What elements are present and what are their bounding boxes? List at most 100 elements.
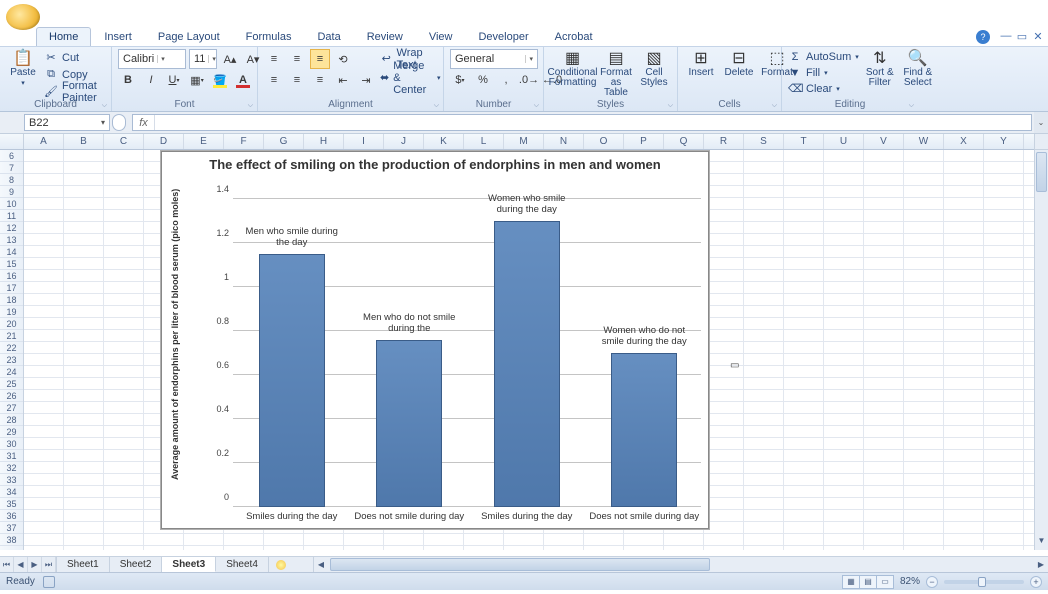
close-icon[interactable]: ✕: [1032, 30, 1044, 42]
sheet-tab-sheet3[interactable]: Sheet3: [162, 557, 216, 572]
column-header[interactable]: E: [184, 134, 224, 149]
bold-button[interactable]: B: [118, 70, 138, 90]
zoom-level[interactable]: 82%: [900, 576, 920, 587]
bar[interactable]: [494, 221, 560, 507]
format-painter-button[interactable]: 🖌Format Painter: [44, 84, 105, 99]
tab-data[interactable]: Data: [304, 27, 353, 46]
bar[interactable]: [259, 254, 325, 507]
align-right-icon[interactable]: ≡: [310, 70, 330, 90]
column-header[interactable]: Q: [664, 134, 704, 149]
row-header[interactable]: 28: [0, 414, 23, 426]
row-header[interactable]: 27: [0, 402, 23, 414]
column-header[interactable]: W: [904, 134, 944, 149]
row-header[interactable]: 25: [0, 378, 23, 390]
row-header[interactable]: 16: [0, 270, 23, 282]
row-header[interactable]: 30: [0, 438, 23, 450]
row-header[interactable]: 37: [0, 522, 23, 534]
cell-styles-button[interactable]: ▧Cell Styles: [637, 49, 671, 90]
decrease-indent-icon[interactable]: ⇤: [333, 70, 353, 90]
column-header[interactable]: I: [344, 134, 384, 149]
column-header[interactable]: J: [384, 134, 424, 149]
underline-button[interactable]: U▾: [164, 70, 184, 90]
tab-review[interactable]: Review: [354, 27, 416, 46]
row-header[interactable]: 26: [0, 390, 23, 402]
name-box-expand[interactable]: [112, 114, 126, 131]
row-header[interactable]: 19: [0, 306, 23, 318]
column-header[interactable]: G: [264, 134, 304, 149]
font-name-select[interactable]: Calibri▾: [118, 49, 186, 69]
merge-center-button[interactable]: ⬌Merge & Center▾: [380, 70, 441, 85]
row-header[interactable]: 33: [0, 474, 23, 486]
row-header[interactable]: 36: [0, 510, 23, 522]
align-middle-icon[interactable]: ≡: [287, 49, 307, 69]
normal-view-icon[interactable]: ▦: [842, 575, 860, 589]
delete-cells-button[interactable]: ⊟Delete: [722, 49, 756, 80]
row-header[interactable]: 32: [0, 462, 23, 474]
row-header[interactable]: 13: [0, 234, 23, 246]
tab-page-layout[interactable]: Page Layout: [145, 27, 233, 46]
cut-button[interactable]: ✂Cut: [44, 50, 105, 65]
sheet-nav-next-icon[interactable]: ▶: [28, 557, 42, 572]
sheet-nav-first-icon[interactable]: ⏮: [0, 557, 14, 572]
row-header[interactable]: 21: [0, 330, 23, 342]
column-header[interactable]: P: [624, 134, 664, 149]
tab-developer[interactable]: Developer: [465, 27, 541, 46]
row-header[interactable]: 11: [0, 210, 23, 222]
row-header[interactable]: 6: [0, 150, 23, 162]
help-icon[interactable]: ?: [976, 30, 990, 44]
sort-filter-button[interactable]: ⇅Sort & Filter: [863, 49, 897, 90]
bar[interactable]: [611, 353, 677, 507]
column-header[interactable]: M: [504, 134, 544, 149]
restore-icon[interactable]: ▭: [1016, 30, 1028, 42]
percent-format-icon[interactable]: %: [473, 70, 493, 90]
column-header[interactable]: X: [944, 134, 984, 149]
tab-insert[interactable]: Insert: [91, 27, 145, 46]
column-header[interactable]: B: [64, 134, 104, 149]
column-header[interactable]: O: [584, 134, 624, 149]
column-header[interactable]: V: [864, 134, 904, 149]
format-as-table-button[interactable]: ▤Format as Table: [599, 49, 633, 100]
column-header[interactable]: N: [544, 134, 584, 149]
align-center-icon[interactable]: ≡: [287, 70, 307, 90]
row-header[interactable]: 12: [0, 222, 23, 234]
increase-indent-icon[interactable]: ⇥: [356, 70, 376, 90]
select-all-button[interactable]: [0, 134, 24, 149]
comma-format-icon[interactable]: ,: [496, 70, 516, 90]
bar[interactable]: [376, 340, 442, 507]
row-header[interactable]: 22: [0, 342, 23, 354]
number-format-select[interactable]: General▾: [450, 49, 538, 69]
page-break-view-icon[interactable]: ▭: [876, 575, 894, 589]
page-layout-view-icon[interactable]: ▤: [859, 575, 877, 589]
column-header[interactable]: C: [104, 134, 144, 149]
autosum-button[interactable]: ΣAutoSum▾: [788, 49, 859, 64]
row-header[interactable]: 29: [0, 426, 23, 438]
column-header[interactable]: Y: [984, 134, 1024, 149]
row-header[interactable]: 23: [0, 354, 23, 366]
tab-view[interactable]: View: [416, 27, 466, 46]
row-header[interactable]: 17: [0, 282, 23, 294]
row-header[interactable]: 15: [0, 258, 23, 270]
row-header[interactable]: 31: [0, 450, 23, 462]
border-button[interactable]: ▦▾: [187, 70, 207, 90]
formula-bar-expand-icon[interactable]: ⌄: [1034, 112, 1048, 133]
tab-home[interactable]: Home: [36, 27, 91, 46]
row-header[interactable]: 34: [0, 486, 23, 498]
fill-color-button[interactable]: 🪣: [210, 70, 230, 90]
paste-button[interactable]: 📋 Paste ▾: [6, 49, 40, 91]
column-header[interactable]: T: [784, 134, 824, 149]
row-header[interactable]: 38: [0, 534, 23, 546]
row-header[interactable]: 7: [0, 162, 23, 174]
column-header[interactable]: R: [704, 134, 744, 149]
column-header[interactable]: S: [744, 134, 784, 149]
sheet-tab-sheet2[interactable]: Sheet2: [110, 557, 163, 572]
zoom-out-icon[interactable]: −: [926, 576, 938, 588]
conditional-formatting-button[interactable]: ▦Conditional Formatting: [550, 49, 595, 90]
sheet-tab-sheet4[interactable]: Sheet4: [216, 557, 269, 572]
sheet-nav-last-icon[interactable]: ⏭: [42, 557, 56, 572]
minimize-icon[interactable]: —: [1000, 30, 1012, 42]
column-header[interactable]: D: [144, 134, 184, 149]
insert-cells-button[interactable]: ⊞Insert: [684, 49, 718, 80]
fill-button[interactable]: ▼Fill▾: [788, 65, 859, 80]
row-header[interactable]: 8: [0, 174, 23, 186]
italic-button[interactable]: I: [141, 70, 161, 90]
